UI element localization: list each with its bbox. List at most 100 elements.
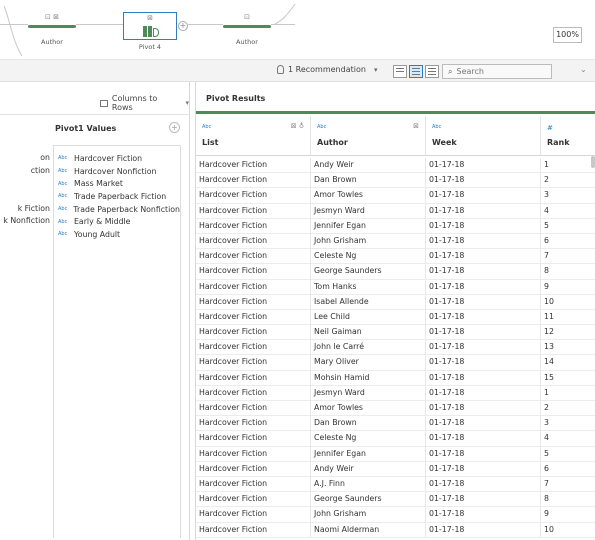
table-row[interactable]: Hardcover Fiction Dan Brown 01-17-18 3 (196, 416, 595, 432)
cell-week[interactable]: 01-17-18 (426, 416, 541, 431)
table-row[interactable]: Hardcover Fiction Neil Gaiman 01-17-18 12 (196, 325, 595, 341)
table-row[interactable]: Hardcover Fiction Andy Weir 01-17-18 6 (196, 461, 595, 477)
cell-rank[interactable]: 12 (541, 325, 591, 339)
cell-week[interactable]: 01-17-18 (426, 188, 541, 203)
cell-rank[interactable]: 7 (541, 477, 591, 491)
cell-week[interactable]: 01-17-18 (426, 294, 541, 309)
cell-week[interactable]: 01-17-18 (426, 461, 541, 476)
cell-rank[interactable]: 14 (541, 355, 591, 369)
cell-rank[interactable]: 3 (541, 416, 591, 430)
list-view-button[interactable] (425, 65, 439, 78)
cell-week[interactable]: 01-17-18 (426, 522, 541, 537)
cell-week[interactable]: 01-17-18 (426, 446, 541, 461)
table-row[interactable]: Hardcover Fiction George Saunders 01-17-18… (196, 264, 595, 280)
cell-author[interactable]: John Grisham (311, 507, 426, 522)
table-row[interactable]: Hardcover Fiction Amor Towles 01-17-18 3 (196, 188, 595, 204)
cell-list[interactable]: Hardcover Fiction (196, 325, 311, 340)
cell-week[interactable]: 01-17-18 (426, 340, 541, 355)
zoom-level[interactable]: 100% (553, 27, 582, 43)
cell-list[interactable]: Hardcover Fiction (196, 294, 311, 309)
cell-week[interactable]: 01-17-18 (426, 431, 541, 446)
cell-week[interactable]: 01-17-18 (426, 264, 541, 279)
cell-week[interactable]: 01-17-18 (426, 158, 541, 173)
cell-list[interactable]: Hardcover Fiction (196, 279, 311, 294)
cell-author[interactable]: George Saunders (311, 492, 426, 507)
cell-author[interactable]: Lee Child (311, 309, 426, 325)
columns-to-rows-dropdown[interactable]: Columns to Rows ▾ (100, 94, 189, 112)
cell-week[interactable]: 01-17-18 (426, 203, 541, 218)
cell-author[interactable]: Amor Towles (311, 188, 426, 203)
table-row[interactable]: Hardcover Fiction Amor Towles 01-17-18 2 (196, 401, 595, 417)
cell-author[interactable]: Dan Brown (311, 173, 426, 188)
cell-rank[interactable]: 8 (541, 264, 591, 278)
cell-rank[interactable]: 11 (541, 310, 591, 324)
list-item[interactable]: k Nonfiction (0, 214, 50, 227)
table-row[interactable]: Hardcover Fiction John Grisham 01-17-18 6 (196, 233, 595, 250)
cell-author[interactable]: Andy Weir (311, 158, 426, 173)
cell-rank[interactable]: 2 (541, 401, 591, 415)
cell-author[interactable]: A.J. Finn (311, 476, 426, 492)
list-item[interactable]: ction (0, 164, 50, 177)
table-row[interactable]: Hardcover Fiction Jesmyn Ward 01-17-18 1 (196, 385, 595, 401)
cell-rank[interactable]: 2 (541, 173, 591, 187)
vertical-scrollbar[interactable] (591, 156, 595, 168)
cell-week[interactable]: 01-17-18 (426, 476, 541, 492)
list-item[interactable]: k Fiction (0, 202, 50, 215)
table-row[interactable]: Hardcover Fiction Jesmyn Ward 01-17-18 4 (196, 203, 595, 219)
table-row[interactable]: Hardcover Fiction Jennifer Egan 01-17-18 5 (196, 446, 595, 462)
cell-author[interactable]: Celeste Ng (311, 249, 426, 264)
flow-node-author-1[interactable]: ⊡ ⊠ Author (28, 13, 76, 46)
table-row[interactable]: Hardcover Fiction Celeste Ng 01-17-18 4 (196, 431, 595, 447)
cell-list[interactable]: Hardcover Fiction (196, 173, 311, 188)
cell-week[interactable]: 01-17-18 (426, 385, 541, 400)
cell-rank[interactable]: 8 (541, 492, 591, 506)
cell-author[interactable]: Mary Oliver (311, 355, 426, 370)
cell-author[interactable]: Celeste Ng (311, 431, 426, 446)
search-field[interactable]: ⌕ (442, 64, 552, 79)
cell-rank[interactable]: 6 (541, 234, 591, 248)
cell-rank[interactable]: 10 (541, 523, 591, 537)
pivot-value-item[interactable]: Abc Hardcover Fiction (54, 152, 180, 165)
cell-rank[interactable]: 4 (541, 204, 591, 218)
string-type-icon[interactable]: Abc (202, 124, 211, 130)
cell-rank[interactable]: 10 (541, 295, 591, 309)
table-row[interactable]: Hardcover Fiction Jennifer Egan 01-17-18 5 (196, 218, 595, 234)
cell-list[interactable]: Hardcover Fiction (196, 309, 311, 325)
cell-author[interactable]: Jennifer Egan (311, 446, 426, 461)
number-type-icon[interactable]: # (547, 124, 553, 132)
cell-week[interactable]: 01-17-18 (426, 370, 541, 385)
pivot-value-item[interactable]: Abc Trade Paperback Nonfiction (54, 203, 180, 216)
cell-week[interactable]: 01-17-18 (426, 173, 541, 188)
cell-list[interactable]: Hardcover Fiction (196, 431, 311, 446)
cell-rank[interactable]: 15 (541, 371, 591, 385)
cell-list[interactable]: Hardcover Fiction (196, 158, 311, 173)
cell-list[interactable]: Hardcover Fiction (196, 203, 311, 218)
recommendations-dropdown[interactable]: 1 Recommendation ▾ (277, 65, 377, 74)
cell-week[interactable]: 01-17-18 (426, 233, 541, 249)
cell-list[interactable]: Hardcover Fiction (196, 401, 311, 416)
cell-author[interactable]: Isabel Allende (311, 294, 426, 309)
flow-node-pivot-selected[interactable]: ⊠ (123, 12, 177, 40)
cell-author[interactable]: Jennifer Egan (311, 218, 426, 233)
cell-author[interactable]: Andy Weir (311, 461, 426, 476)
cell-list[interactable]: Hardcover Fiction (196, 461, 311, 476)
cell-rank[interactable]: 13 (541, 340, 591, 354)
cell-author[interactable]: Amor Towles (311, 401, 426, 416)
pivot-value-item[interactable]: Abc Hardcover Nonfiction (54, 165, 180, 178)
cell-list[interactable]: Hardcover Fiction (196, 522, 311, 537)
cell-list[interactable]: Hardcover Fiction (196, 370, 311, 385)
rename-icon[interactable]: ⊠ (413, 122, 419, 130)
cell-week[interactable]: 01-17-18 (426, 325, 541, 340)
cell-author[interactable]: John Grisham (311, 233, 426, 249)
cell-rank[interactable]: 1 (541, 158, 591, 172)
cell-rank[interactable]: 6 (541, 462, 591, 476)
cell-list[interactable]: Hardcover Fiction (196, 385, 311, 400)
cell-rank[interactable]: 5 (541, 219, 591, 233)
add-pivot-icon[interactable]: + (169, 122, 180, 133)
cell-author[interactable]: Jesmyn Ward (311, 385, 426, 400)
pivot-value-item[interactable]: Abc Early & Middle (54, 215, 180, 228)
table-row[interactable]: Hardcover Fiction Mohsin Hamid 01-17-18 15 (196, 370, 595, 386)
cell-week[interactable]: 01-17-18 (426, 355, 541, 370)
cell-rank[interactable]: 7 (541, 249, 591, 263)
search-input[interactable] (456, 67, 537, 76)
